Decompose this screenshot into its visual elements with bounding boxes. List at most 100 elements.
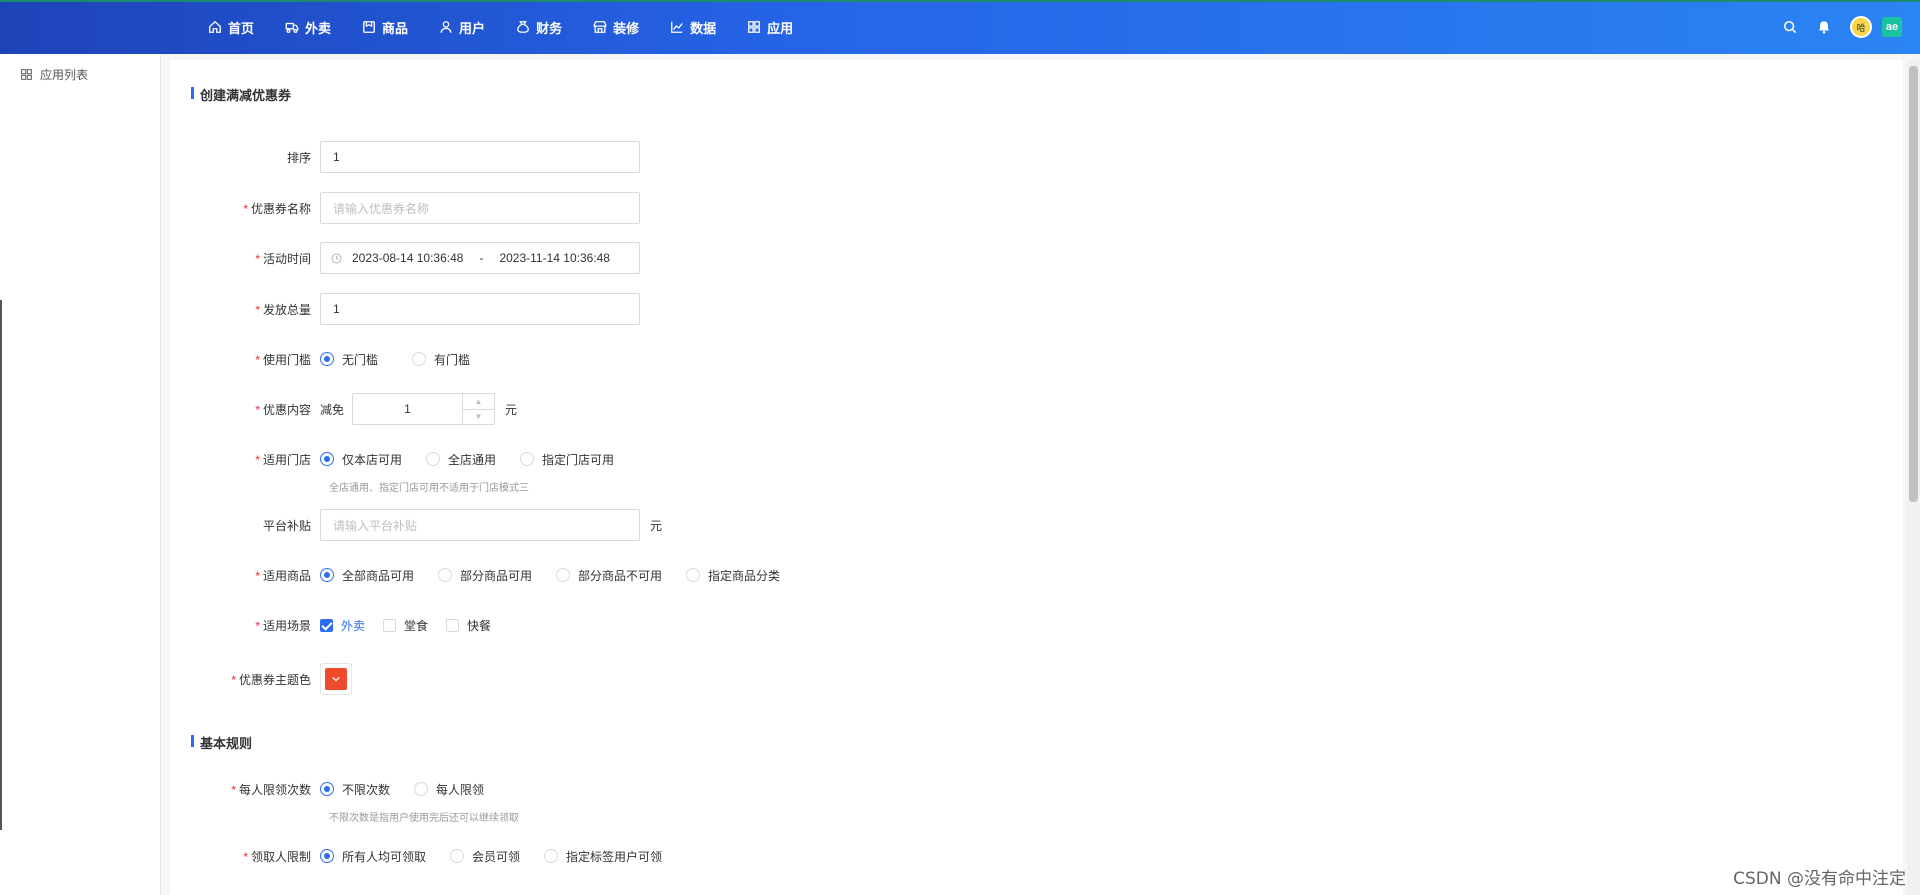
form-row-total: * 发放总量 1 [170, 293, 640, 325]
sidebar-item-app-list[interactable]: 应用列表 [20, 66, 88, 83]
checkbox-label: 堂食 [404, 618, 429, 633]
store-icon [593, 21, 607, 33]
sidebar-item-label: 应用列表 [40, 68, 89, 82]
subsidy-placeholder: 请输入平台补贴 [333, 518, 418, 533]
grid-icon [21, 69, 32, 80]
main-nav: 首页 外卖 商品 用户 财务 装修 数据 应用 [208, 0, 824, 54]
limit-label: * 每人限领次数 [170, 781, 320, 798]
chart-icon [671, 21, 683, 33]
radio-this-store[interactable]: 仅本店可用 [320, 451, 402, 468]
theme-color-picker[interactable] [320, 663, 352, 695]
nav-item-finance[interactable]: 财务 [516, 18, 562, 37]
search-icon[interactable] [1782, 19, 1798, 35]
nav-item-apps[interactable]: 应用 [747, 18, 793, 37]
radio-all-stores[interactable]: 全店通用 [426, 451, 496, 468]
sort-label: 排序 [170, 149, 320, 166]
nav-item-data[interactable]: 数据 [670, 18, 716, 37]
receiver-label-text: 领取人限制 [250, 849, 311, 864]
avatar[interactable]: 哈 [1850, 16, 1872, 38]
radio-dot [320, 568, 334, 582]
subsidy-label: 平台补贴 [170, 517, 320, 534]
nav-item-user[interactable]: 用户 [439, 18, 485, 37]
nav-label: 数据 [690, 20, 717, 36]
sort-label-text: 排序 [286, 150, 311, 165]
scene-checkbox-group: 外卖 堂食 快餐 [320, 617, 509, 634]
radio-label: 部分商品可用 [460, 568, 533, 583]
checkbox-takeout[interactable]: 外卖 [320, 617, 365, 634]
form-row-receiver: * 领取人限制 所有人均可领取 会员可领 指定标签用户可领 [170, 840, 686, 872]
threshold-label-text: 使用门槛 [262, 352, 311, 367]
finance-icon [517, 21, 529, 33]
section-title-rules: 基本规则 [191, 733, 252, 752]
watermark: CSDN @没有命中注定 [1733, 869, 1906, 889]
discount-prefix: 减免 [320, 402, 345, 417]
subsidy-input[interactable]: 请输入平台补贴 [320, 509, 640, 541]
discount-value[interactable]: 1 [353, 394, 462, 424]
nav-label: 装修 [613, 20, 640, 36]
activity-date-range[interactable]: 2023-08-14 10:36:48 - 2023-11-14 10:36:4… [320, 242, 640, 274]
radio-members[interactable]: 会员可领 [450, 848, 520, 865]
radio-has-threshold[interactable]: 有门槛 [412, 351, 470, 368]
clock-icon [331, 253, 342, 263]
radio-dot [320, 452, 334, 466]
discount-stepper[interactable]: 1 ▲ ▼ [352, 393, 496, 425]
radio-unlimited[interactable]: 不限次数 [320, 781, 390, 798]
radio-label: 不限次数 [342, 782, 391, 797]
scrollbar-thumb[interactable] [1909, 66, 1918, 502]
scene-label: * 适用场景 [170, 617, 320, 634]
form-row-time: * 活动时间 2023-08-14 10:36:48 - 2023-11-14 1… [170, 242, 640, 274]
radio-everyone[interactable]: 所有人均可领取 [320, 848, 426, 865]
bell-icon[interactable] [1816, 19, 1832, 35]
radio-specified-stores[interactable]: 指定门店可用 [520, 451, 614, 468]
total-input[interactable]: 1 [320, 293, 640, 325]
nav-label: 财务 [536, 20, 563, 36]
end-date[interactable]: 2023-11-14 10:36:48 [499, 251, 610, 265]
stepper-up-icon[interactable]: ▲ [463, 394, 495, 410]
radio-limited[interactable]: 每人限领 [414, 781, 484, 798]
store-label: * 适用门店 [170, 451, 320, 468]
store-label-text: 适用门店 [262, 452, 311, 467]
start-date[interactable]: 2023-08-14 10:36:48 [352, 251, 463, 265]
radio-label: 指定标签用户可领 [566, 849, 663, 864]
radio-partial-goods[interactable]: 部分商品可用 [438, 567, 532, 584]
required-mark: * [255, 452, 260, 467]
goods-label-text: 适用商品 [262, 568, 311, 583]
radio-label: 部分商品不可用 [578, 568, 663, 583]
name-label-text: 优惠券名称 [250, 201, 311, 216]
checkbox-dine-in[interactable]: 堂食 [383, 617, 428, 634]
chevron-down-icon [332, 676, 340, 682]
checkbox-fast-food[interactable]: 快餐 [446, 617, 491, 634]
nav-item-decor[interactable]: 装修 [593, 18, 639, 37]
stepper-buttons: ▲ ▼ [462, 394, 495, 425]
takeout-icon [285, 22, 299, 33]
radio-tagged-users[interactable]: 指定标签用户可领 [544, 848, 662, 865]
date-separator: - [479, 251, 484, 265]
radio-dot [450, 849, 465, 863]
nav-item-goods[interactable]: 商品 [362, 18, 408, 37]
nav-item-home[interactable]: 首页 [208, 18, 254, 37]
sort-input[interactable]: 1 [320, 141, 640, 173]
radio-goods-category[interactable]: 指定商品分类 [686, 567, 780, 584]
app-badge[interactable]: ae [1882, 17, 1902, 37]
radio-label: 所有人均可领取 [342, 849, 427, 864]
nav-item-takeout[interactable]: 外卖 [285, 18, 331, 37]
nav-label: 用户 [459, 20, 486, 36]
radio-partial-goods-excluded[interactable]: 部分商品不可用 [556, 567, 662, 584]
radio-no-threshold[interactable]: 无门槛 [320, 351, 378, 368]
required-mark: * [255, 251, 260, 266]
subsidy-unit: 元 [650, 518, 663, 533]
radio-all-goods[interactable]: 全部商品可用 [320, 567, 414, 584]
limit-radio-group: 不限次数 每人限领 [320, 781, 508, 798]
stepper-down-icon[interactable]: ▼ [463, 410, 494, 425]
radio-label: 全部商品可用 [342, 568, 415, 583]
user-icon [440, 21, 452, 33]
page-scrollbar[interactable] [1907, 60, 1920, 895]
content-label-text: 优惠内容 [262, 402, 311, 417]
form-row-goods: * 适用商品 全部商品可用 部分商品可用 部分商品不可用 指定商品分类 [170, 559, 804, 591]
radio-label: 会员可领 [472, 849, 521, 864]
form-row-threshold: * 使用门槛 无门槛 有门槛 [170, 343, 494, 375]
coupon-name-input[interactable]: 请输入优惠券名称 [320, 192, 640, 224]
checkbox-box [383, 618, 397, 632]
sort-value: 1 [333, 150, 340, 164]
radio-dot [412, 352, 427, 366]
